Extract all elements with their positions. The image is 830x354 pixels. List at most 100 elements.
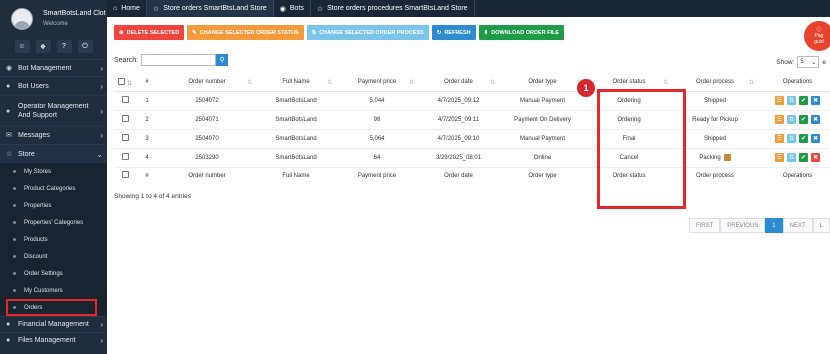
tools-icon[interactable]: ❖ [35, 40, 51, 53]
cell-date: 3/29/2025_08:01 [418, 148, 499, 168]
pager-previous[interactable]: PREVIOUS [720, 218, 766, 233]
menu-operator-management[interactable]: ● Operator Management And Support › [0, 95, 107, 126]
approve-button[interactable]: ✔ [799, 115, 808, 124]
action-button[interactable]: ✖ [811, 115, 820, 124]
row-checkbox[interactable] [121, 115, 129, 122]
pager-first[interactable]: FIRST [688, 218, 721, 233]
footer-cell: Order type [528, 172, 557, 179]
pager-last[interactable]: L [812, 218, 830, 233]
cell-type: Manual Payment [499, 91, 586, 111]
details-button[interactable]: ☰ [775, 153, 784, 162]
row-select-cell [114, 91, 136, 111]
details-button[interactable]: ☰ [775, 115, 784, 124]
row-checkbox[interactable] [121, 96, 129, 103]
tab-store-orders-procedures[interactable]: ☆ Store orders procedures SmartBtsLand St… [311, 0, 475, 17]
menu-store[interactable]: ☆ Store ⌄ [0, 144, 107, 163]
action-button[interactable]: ✖ [811, 96, 820, 105]
process-button[interactable]: ⇅ [787, 96, 796, 105]
row-checkbox[interactable] [121, 134, 129, 141]
row-select-cell [114, 148, 136, 168]
delete-selected-button[interactable]: ⊗ DELETE SELECTED [114, 25, 185, 40]
tab-store-orders[interactable]: ☆ Store orders SmartBtsLand Store [146, 0, 274, 17]
col-header[interactable]: Payment price ⇅ [336, 74, 418, 92]
operator-icon: ● [6, 107, 11, 115]
list-icon: ☰ [776, 136, 783, 142]
annotation-number-badge: 1 [577, 79, 595, 97]
sidebar-item-product-categories[interactable]: Product Categories [0, 180, 107, 197]
sidebar-item-order-settings[interactable]: Order Settings [0, 265, 107, 282]
row-checkbox[interactable] [121, 153, 129, 160]
button-label: CHANGE SELECTED ORDER PROCESS [319, 29, 424, 36]
refresh-icon: ↻ [436, 29, 442, 36]
profile-icon[interactable]: ☺ [14, 40, 30, 53]
menu-bot-management[interactable]: ◉ Bot Management › [0, 59, 107, 76]
chevron-right-icon: › [100, 63, 103, 73]
approve-button[interactable]: ✔ [799, 96, 808, 105]
details-button[interactable]: ☰ [775, 96, 784, 105]
approve-button[interactable]: ✔ [799, 134, 808, 143]
select-all-checkbox[interactable] [121, 171, 129, 179]
process-button[interactable]: ⇅ [787, 134, 796, 143]
footer-cell: Full Name [282, 172, 310, 179]
button-label: DOWNLOAD ORDER FILE [491, 29, 560, 36]
download-order-file-button[interactable]: ⬇ DOWNLOAD ORDER FILE [478, 25, 565, 40]
search-icon[interactable]: ⚲ [216, 54, 229, 66]
cell-n: 4 [136, 148, 158, 168]
menu-label: Operator Management And Support [18, 103, 89, 119]
menu-financial-management[interactable]: ● Financial Management › [0, 316, 107, 332]
row-select-cell [114, 110, 136, 130]
process-button[interactable]: ⇅ [787, 115, 796, 124]
sidebar-item-my-customers[interactable]: My Customers [0, 282, 107, 299]
sidebar-item-properties-categories[interactable]: Properties' Categories [0, 214, 107, 231]
cart-icon: ☆ [316, 5, 324, 13]
table-footer-row: # Order number Full Name Payment price O… [114, 167, 830, 184]
power-icon[interactable]: ⏻ [77, 40, 93, 53]
approve-button[interactable]: ✔ [799, 153, 808, 162]
refresh-button[interactable]: ↻ REFRESH [431, 25, 476, 40]
col-header[interactable]: Order date ⇅ [418, 74, 499, 92]
action-button[interactable]: ✖ [811, 153, 820, 162]
menu-bot-users[interactable]: ● Bot Users › [0, 76, 107, 95]
search-input[interactable] [141, 54, 217, 66]
sidebar-item-orders[interactable]: Orders [6, 299, 97, 316]
details-button[interactable]: ☰ [775, 134, 784, 143]
col-header[interactable]: Order number ⇅ [158, 74, 256, 92]
menu-files-management[interactable]: ● Files Management › [0, 332, 107, 348]
col-header[interactable]: Full Name ⇅ [256, 74, 336, 92]
sidebar-item-my-stores[interactable]: My Stores [0, 163, 107, 180]
cell-price: 5,044 [336, 91, 418, 111]
tab-bots[interactable]: ◉ Bots [274, 0, 311, 17]
robot-icon: ◉ [6, 64, 13, 72]
select-all-checkbox[interactable] [117, 77, 125, 85]
change-order-status-button[interactable]: ✎ CHANGE SELECTED ORDER STATUS [187, 25, 304, 40]
col-header[interactable]: # [136, 74, 158, 92]
process-button[interactable]: ⇅ [787, 153, 796, 162]
search-box: Search: ⚲ [114, 54, 229, 66]
menu-label: Bot Management [18, 64, 72, 72]
tab-home[interactable]: ⌂ Home [107, 0, 147, 17]
tab-label: Store orders procedures SmartBtsLand Sto… [327, 5, 468, 12]
sidebar-item-products[interactable]: Products [0, 231, 107, 248]
swap-icon: ⇅ [788, 136, 795, 142]
table-row: 1 2504072 SmartBotsLand 5,044 4/7/2025_09:12… [114, 91, 830, 111]
pager-next[interactable]: NEXT [782, 218, 813, 233]
close-icon: ✖ [812, 136, 819, 142]
operations-cell: ☰ ⇅ ✔ ✖ [758, 129, 830, 149]
sidebar-item-discount[interactable]: Discount [0, 248, 107, 265]
user-name: SmartBotsLand Clot [43, 10, 106, 17]
list-icon: ☰ [776, 155, 783, 161]
help-icon[interactable]: ? [56, 40, 72, 53]
page-guide-badge[interactable]: ⓘ Pag guid [804, 21, 830, 51]
menu-messages[interactable]: ✉ Messages › [0, 126, 107, 144]
tab-label: Home [121, 5, 140, 12]
cell-name: SmartBotsLand [256, 110, 336, 130]
close-icon: ✖ [812, 155, 819, 161]
sort-icon: ⇅ [326, 80, 332, 86]
change-order-process-button[interactable]: ⇅ CHANGE SELECTED ORDER PROCESS [306, 25, 429, 40]
page-size-select[interactable]: 5 ⌄ [797, 56, 820, 68]
sidebar-item-properties[interactable]: Properties [0, 197, 107, 214]
action-button[interactable]: ✖ [811, 134, 820, 143]
col-header[interactable]: Order type⇅ [499, 74, 586, 92]
pager-page-1[interactable]: 1 [765, 218, 783, 233]
chevron-down-icon: ⌄ [811, 59, 817, 66]
